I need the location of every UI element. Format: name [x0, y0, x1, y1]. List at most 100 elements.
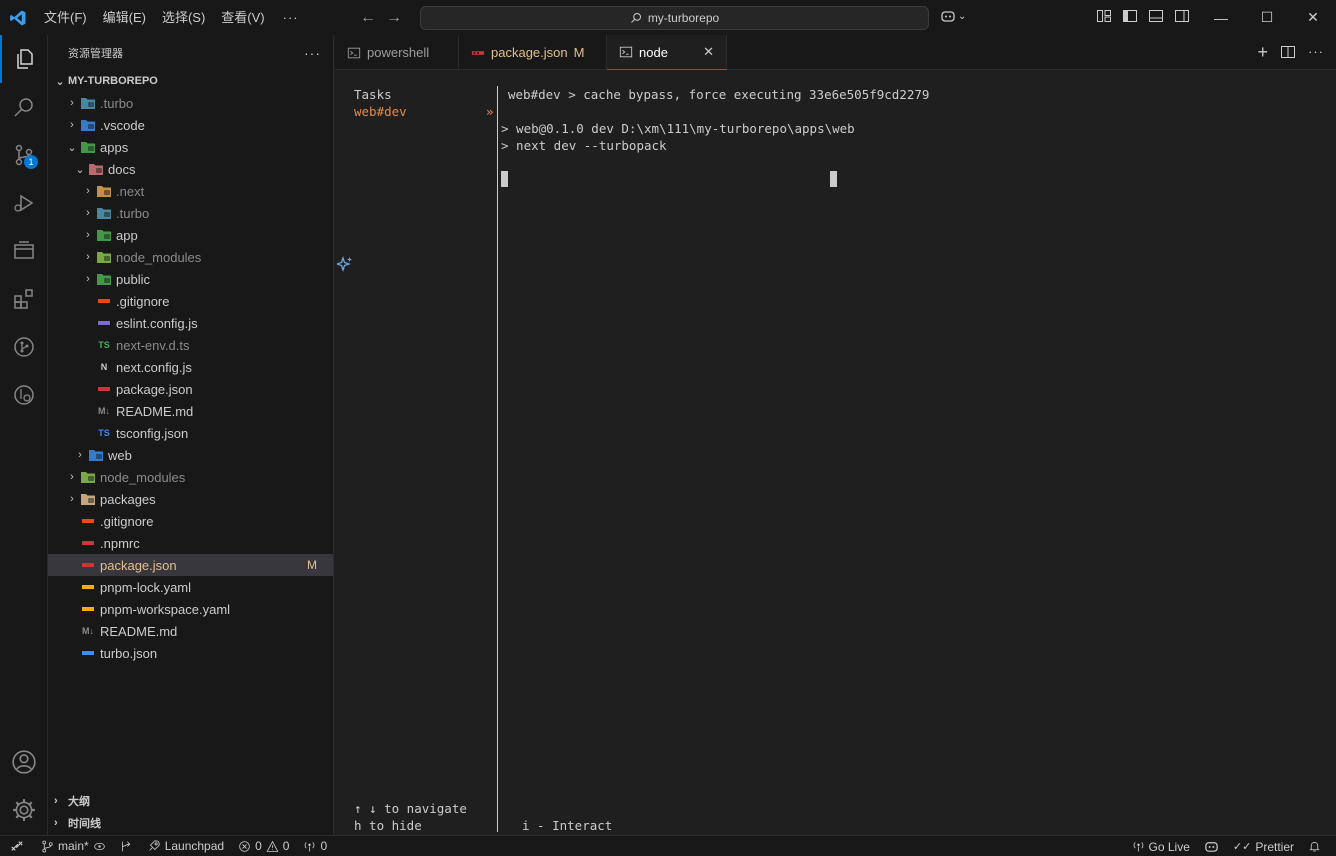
tree-item[interactable]: › .next	[48, 180, 333, 202]
search-icon[interactable]	[0, 83, 48, 131]
chevron-right-icon[interactable]: ›	[64, 471, 80, 483]
broadcast-icon	[305, 841, 315, 851]
copilot-button[interactable]: ⌄	[940, 8, 966, 24]
chevron-right-icon[interactable]: ›	[64, 493, 80, 505]
manage-gear-icon[interactable]	[0, 786, 48, 834]
tab-powershell[interactable]: powershell	[335, 35, 459, 70]
tree-item[interactable]: pnpm-workspace.yaml	[48, 598, 333, 620]
run-debug-icon[interactable]	[0, 179, 48, 227]
tree-item-label: .turbo	[100, 95, 134, 111]
tree-item[interactable]: .npmrc	[48, 532, 333, 554]
extensions-icon[interactable]	[0, 275, 48, 323]
git-graph-status[interactable]	[113, 836, 140, 856]
tab-node[interactable]: node ✕	[607, 35, 727, 70]
tab-close-icon[interactable]: ✕	[703, 44, 714, 60]
tree-item[interactable]: › web	[48, 444, 333, 466]
menu-edit[interactable]: 编辑(E)	[95, 0, 154, 35]
tree-item[interactable]: › node_modules	[48, 466, 333, 488]
tree-item[interactable]: › public	[48, 268, 333, 290]
timeline-section[interactable]: › 时间线	[48, 812, 334, 834]
menu-selection[interactable]: 选择(S)	[154, 0, 213, 35]
docs-folder-icon	[88, 161, 104, 177]
maximize-button[interactable]: ☐	[1244, 0, 1290, 35]
source-control-icon[interactable]: 1	[0, 131, 48, 179]
menu-file[interactable]: 文件(F)	[36, 0, 95, 35]
problems-indicator[interactable]: 0 0	[231, 836, 296, 856]
editor-tab-bar: powershell package.json M node ✕ + ···	[335, 35, 1336, 70]
sync-icon[interactable]	[93, 840, 106, 853]
remote-indicator[interactable]	[0, 836, 34, 856]
outline-section[interactable]: › 大纲	[48, 790, 334, 812]
forward-arrow-icon[interactable]: →	[386, 9, 402, 27]
tree-item[interactable]: .gitignore	[48, 510, 333, 532]
launchpad-button[interactable]: Launchpad	[140, 836, 231, 856]
chevron-right-icon[interactable]: ›	[80, 273, 96, 285]
chevron-right-icon[interactable]: ›	[72, 449, 88, 461]
tab-package-json[interactable]: package.json M	[459, 35, 607, 70]
tree-item[interactable]: turbo.json	[48, 642, 333, 664]
git-graph-icon[interactable]	[0, 323, 48, 371]
split-editor-icon[interactable]	[1280, 44, 1296, 60]
workspace-root[interactable]: ⌄ MY-TURBOREPO	[48, 70, 333, 92]
tree-item[interactable]: TS tsconfig.json	[48, 422, 333, 444]
command-center-search[interactable]: my-turborepo	[420, 6, 929, 30]
new-terminal-icon[interactable]: +	[1257, 43, 1268, 61]
customize-layout-icon[interactable]	[1096, 8, 1112, 24]
prettier-status[interactable]: ✓✓ Prettier	[1226, 836, 1301, 856]
tree-item[interactable]: Nnext.config.js	[48, 356, 333, 378]
chevron-down-icon[interactable]: ⌄	[72, 163, 88, 176]
back-arrow-icon[interactable]: ←	[360, 9, 376, 27]
chevron-right-icon[interactable]: ›	[64, 97, 80, 109]
menu-view[interactable]: 查看(V)	[213, 0, 272, 35]
tree-item[interactable]: .gitignore	[48, 290, 333, 312]
error-icon	[239, 840, 250, 852]
tree-item[interactable]: package.json	[48, 378, 333, 400]
tree-item[interactable]: › app	[48, 224, 333, 246]
task-item-web-dev[interactable]: web#dev	[354, 104, 407, 119]
chevron-right-icon[interactable]: ›	[80, 229, 96, 241]
tree-item[interactable]: › .turbo	[48, 92, 333, 114]
terminal-panel[interactable]: Tasks web#dev » web#dev > cache bypass, …	[334, 70, 1336, 835]
tree-item[interactable]: ⌄ docs	[48, 158, 333, 180]
toggle-panel-icon[interactable]	[1148, 8, 1164, 24]
tree-item[interactable]: package.json M	[48, 554, 333, 576]
chevron-right-icon[interactable]: ›	[80, 207, 96, 219]
minimize-button[interactable]: —	[1198, 0, 1244, 35]
tree-item[interactable]: ⌄ apps	[48, 136, 333, 158]
accounts-icon[interactable]	[0, 738, 48, 786]
tree-item[interactable]: pnpm-lock.yaml	[48, 576, 333, 598]
toggle-secondary-sidebar-icon[interactable]	[1174, 8, 1190, 24]
tree-item[interactable]: › .vscode	[48, 114, 333, 136]
ports-indicator[interactable]: 0	[296, 836, 334, 856]
tree-item[interactable]: › node_modules	[48, 246, 333, 268]
tree-item[interactable]: M↓ README.md	[48, 400, 333, 422]
tree-item[interactable]: TS next-env.d.ts	[48, 334, 333, 356]
tree-item[interactable]: M↓ README.md	[48, 620, 333, 642]
notifications-button[interactable]	[1301, 836, 1328, 856]
tree-item-label: node_modules	[116, 249, 202, 265]
chevron-right-icon[interactable]: ›	[64, 119, 80, 131]
copilot-icon	[941, 11, 955, 22]
close-window-button[interactable]: ✕	[1290, 0, 1336, 35]
gitlens-icon[interactable]	[0, 371, 48, 419]
help-hide: h to hide	[354, 818, 422, 833]
more-actions-icon[interactable]: ···	[1308, 44, 1324, 60]
chevron-down-icon[interactable]: ⌄	[64, 141, 80, 154]
chevron-right-icon: ›	[54, 795, 58, 807]
copilot-status[interactable]	[1197, 836, 1226, 856]
explorer-more-button[interactable]: ···	[304, 45, 321, 61]
branch-indicator[interactable]: main*	[34, 836, 113, 856]
chevron-right-icon[interactable]: ›	[80, 185, 96, 197]
tree-item[interactable]: › .turbo	[48, 202, 333, 224]
go-live-button[interactable]: Go Live	[1125, 836, 1197, 856]
chevron-right-icon: ›	[54, 817, 58, 829]
vscode-folder-icon	[80, 117, 96, 133]
chevron-right-icon[interactable]: ›	[80, 251, 96, 263]
menu-more-button[interactable]: ···	[273, 10, 309, 25]
explorer-icon[interactable]	[0, 35, 48, 83]
remote-explorer-icon[interactable]	[0, 227, 48, 275]
toggle-primary-sidebar-icon[interactable]	[1122, 8, 1138, 24]
sparkle-icon[interactable]	[334, 255, 353, 275]
tree-item[interactable]: › packages	[48, 488, 333, 510]
tree-item[interactable]: eslint.config.js	[48, 312, 333, 334]
